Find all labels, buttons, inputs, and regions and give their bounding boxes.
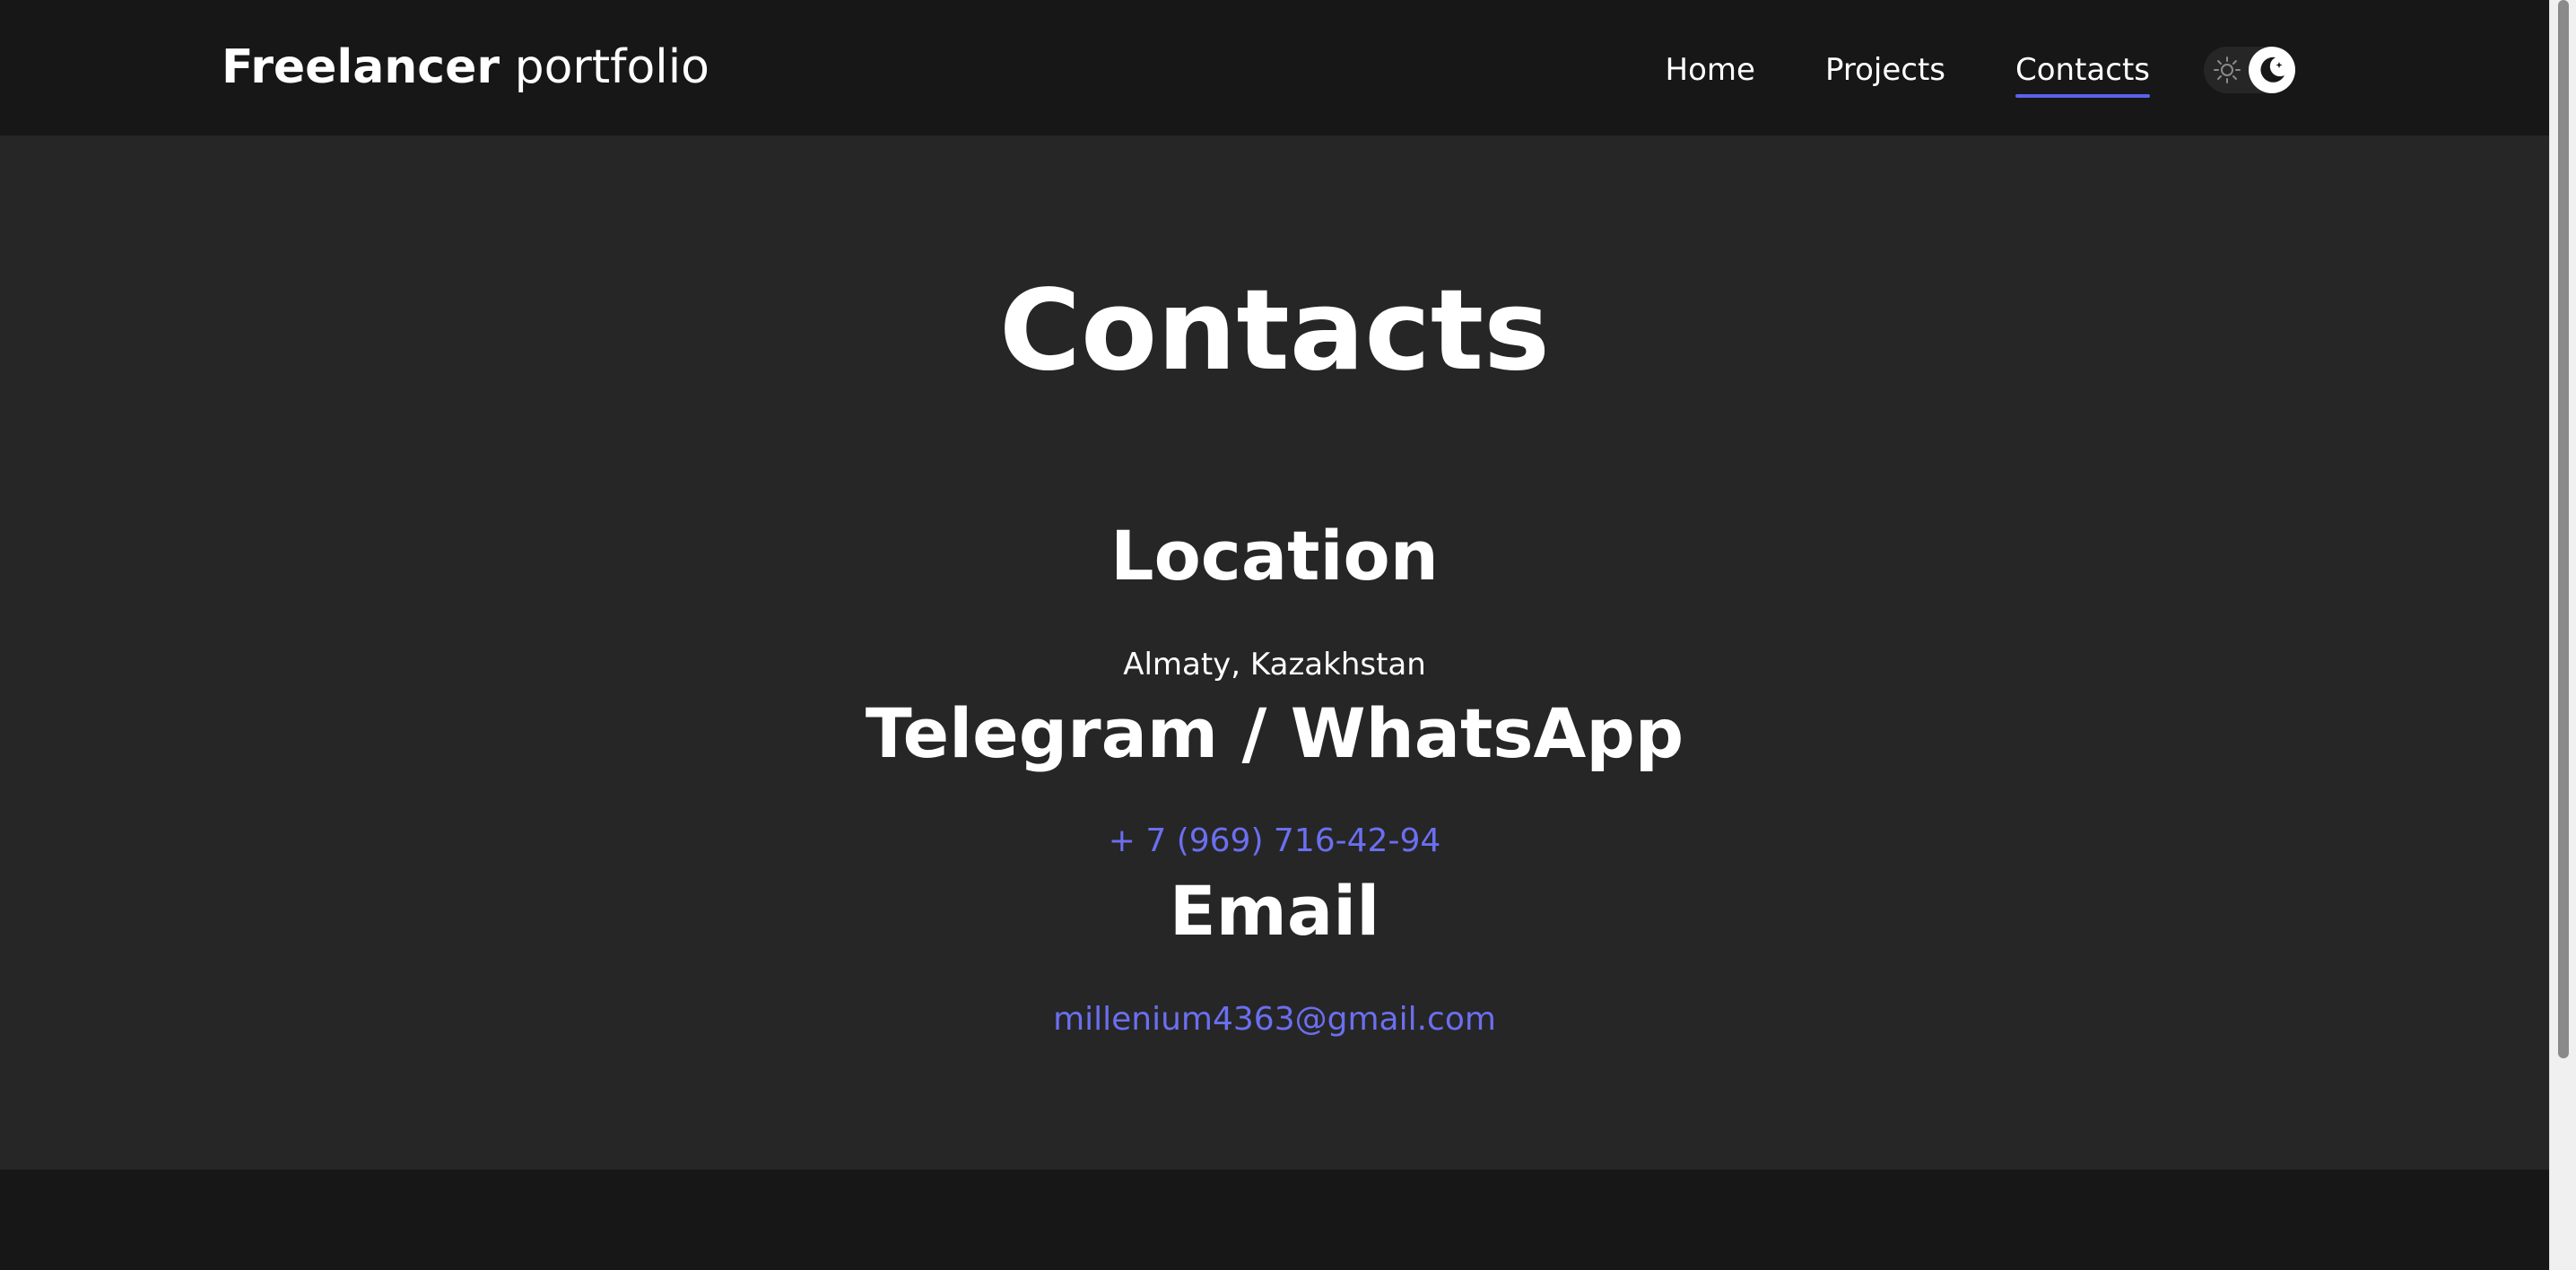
nav-link-projects[interactable]: Projects <box>1825 49 1945 91</box>
moon-icon <box>2260 57 2284 83</box>
theme-toggle[interactable] <box>2204 47 2295 93</box>
email-heading: Email <box>1169 871 1380 951</box>
main-nav: Home Projects Contacts <box>1666 47 2295 98</box>
logo[interactable]: Freelancer portfolio <box>222 39 709 95</box>
location-value: Almaty, Kazakhstan <box>1123 647 1426 683</box>
logo-light-text: portfolio <box>514 40 709 94</box>
scrollbar[interactable] <box>2549 0 2576 1270</box>
toggle-knob <box>2249 47 2295 93</box>
messenger-heading: Telegram / WhatsApp <box>865 693 1684 773</box>
email-link[interactable]: millenium4363@gmail.com <box>0 999 2549 1040</box>
nav-link-contacts[interactable]: Contacts <box>2015 49 2150 98</box>
site-header: Freelancer portfolio Home Projects Conta… <box>0 0 2549 135</box>
page-title: Contacts <box>998 266 1550 396</box>
logo-bold-text: Freelancer <box>222 40 500 94</box>
site-footer <box>0 1170 2549 1270</box>
page: Freelancer portfolio Home Projects Conta… <box>0 0 2576 1270</box>
nav-link-home[interactable]: Home <box>1666 49 1755 91</box>
sun-icon <box>2214 57 2241 83</box>
location-heading: Location <box>1110 516 1439 596</box>
phone-link[interactable]: + 7 (969) 716-42-94 <box>0 821 2549 862</box>
contacts-section: Contacts Location Almaty, Kazakhstan Tel… <box>0 135 2549 1170</box>
scrollbar-thumb[interactable] <box>2558 0 2569 1058</box>
